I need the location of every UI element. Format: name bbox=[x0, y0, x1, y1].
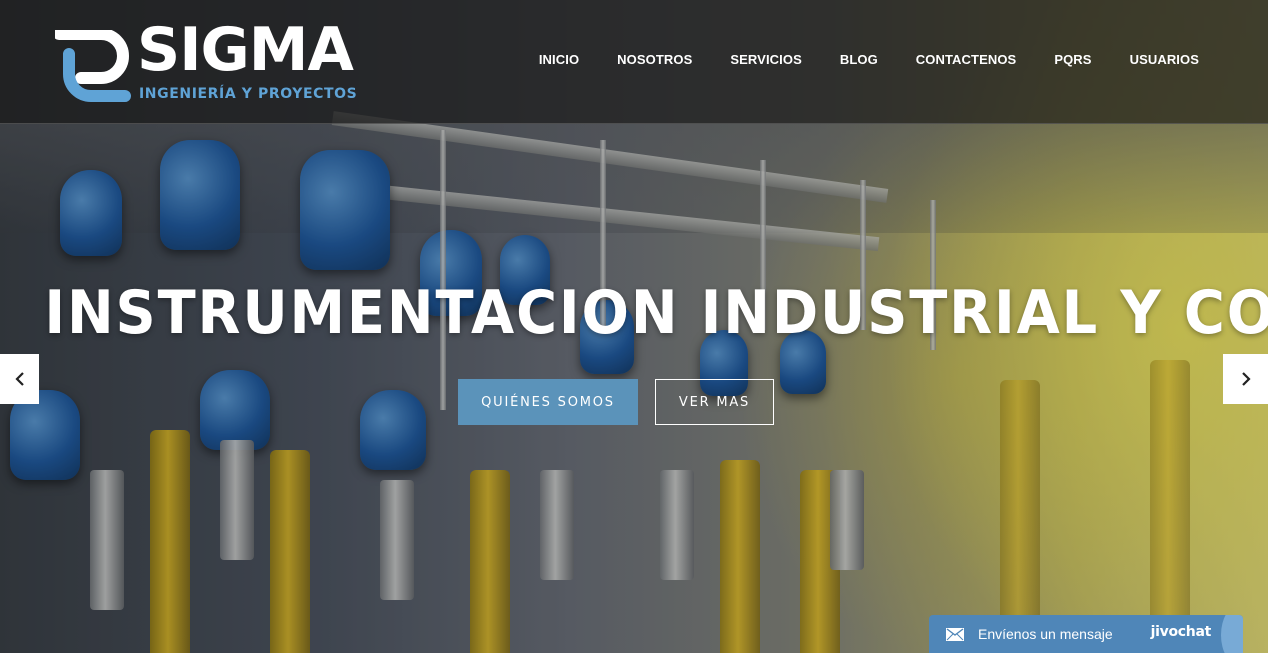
nav-item-blog[interactable]: BLOG bbox=[840, 52, 878, 67]
nav-item-servicios[interactable]: SERVICIOS bbox=[730, 52, 801, 67]
ver-mas-button[interactable]: VER MAS bbox=[655, 379, 774, 425]
chat-widget-label: Envíenos un mensaje bbox=[978, 626, 1113, 642]
nav-item-nosotros[interactable]: NOSOTROS bbox=[617, 52, 692, 67]
jivochat-logo: jivochat bbox=[1150, 624, 1212, 640]
hero-cta-group: QUIÉNES SOMOS VER MAS bbox=[458, 379, 774, 425]
chevron-right-icon bbox=[1241, 372, 1251, 386]
site-logo[interactable]: SIGMA INGENIERÍA Y PROYECTOS bbox=[55, 20, 357, 106]
nav-item-contactenos[interactable]: CONTACTENOS bbox=[916, 52, 1017, 67]
logo-wordmark: SIGMA bbox=[137, 15, 354, 85]
nav-item-pqrs[interactable]: PQRS bbox=[1054, 52, 1091, 67]
main-navigation: INICIO NOSOTROS SERVICIOS BLOG CONTACTEN… bbox=[539, 52, 1199, 67]
logo-tagline: INGENIERÍA Y PROYECTOS bbox=[139, 86, 358, 102]
hero-slider: SIGMA INGENIERÍA Y PROYECTOS INICIO NOSO… bbox=[0, 0, 1268, 653]
nav-item-usuarios[interactable]: USUARIOS bbox=[1130, 52, 1199, 67]
nav-item-inicio[interactable]: INICIO bbox=[539, 52, 579, 67]
chat-widget-button[interactable]: Envíenos un mensaje jivochat bbox=[929, 615, 1243, 653]
slider-next-button[interactable] bbox=[1223, 354, 1268, 404]
site-header: SIGMA INGENIERÍA Y PROYECTOS INICIO NOSO… bbox=[0, 0, 1268, 124]
hero-headline: INSTRUMENTACION INDUSTRIAL Y CONTROL bbox=[44, 278, 1268, 348]
chat-widget-corner bbox=[1221, 615, 1243, 653]
sigma-logo-icon bbox=[55, 30, 131, 102]
chevron-left-icon bbox=[14, 372, 24, 386]
mail-icon bbox=[946, 627, 964, 641]
slider-prev-button[interactable] bbox=[0, 354, 39, 404]
quienes-somos-button[interactable]: QUIÉNES SOMOS bbox=[458, 379, 638, 425]
